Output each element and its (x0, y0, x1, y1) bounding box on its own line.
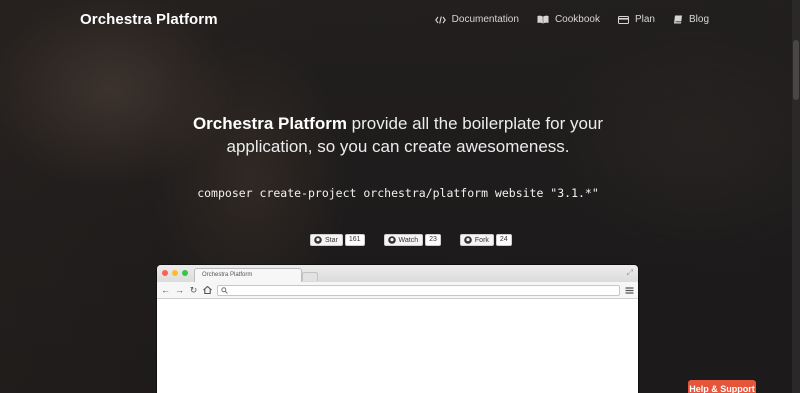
watch-button[interactable]: Watch (383, 234, 424, 246)
forward-arrow-icon: → (175, 284, 184, 295)
code-icon (434, 15, 446, 24)
nav-documentation[interactable]: Documentation (434, 14, 519, 25)
star-button[interactable]: Star (310, 234, 343, 246)
browser-mockup: Orchestra Platform ⤢ ← → ↻ (157, 265, 638, 393)
scrollbar-thumb[interactable] (793, 40, 799, 100)
browser-viewport (157, 299, 638, 393)
hero-headline: Orchestra Platform provide all the boile… (0, 112, 796, 158)
watch-label: Watch (398, 236, 419, 244)
star-label: Star (325, 236, 338, 244)
back-arrow-icon: ← (161, 284, 170, 295)
star-count[interactable]: 161 (344, 234, 365, 246)
github-icon (314, 236, 322, 244)
minimize-dot (172, 270, 178, 276)
github-icon (464, 236, 472, 244)
reload-icon: ↻ (189, 284, 198, 295)
headline-line2: application, so you can create awesomene… (226, 137, 570, 156)
nav-cookbook[interactable]: Cookbook (537, 14, 600, 25)
github-star[interactable]: Star 161 (310, 234, 365, 246)
nav-blog-label: Blog (688, 14, 709, 25)
browser-tab: Orchestra Platform (194, 268, 302, 282)
nav-plan[interactable]: Plan (617, 14, 655, 25)
headline-product-name: Orchestra Platform (192, 114, 347, 133)
menu-icon (625, 286, 634, 294)
book-icon (673, 15, 682, 24)
home-icon (203, 286, 212, 294)
help-support-button[interactable]: Help & Support (688, 380, 756, 393)
nav-cookbook-label: Cookbook (554, 14, 600, 25)
fork-label: Fork (474, 236, 489, 244)
fork-count[interactable]: 24 (495, 234, 512, 246)
headline-line1: provide all the boilerplate for your (346, 114, 604, 133)
expand-icon: ⤢ (626, 268, 633, 277)
credit-card-icon (617, 15, 629, 24)
search-icon (221, 286, 228, 294)
install-command[interactable]: composer create-project orchestra/platfo… (0, 186, 796, 200)
browser-toolbar: ← → ↻ (157, 282, 638, 299)
github-watch[interactable]: Watch 23 (383, 234, 441, 246)
nav-blog[interactable]: Blog (673, 14, 709, 25)
fork-button[interactable]: Fork (459, 234, 494, 246)
github-icon (387, 236, 396, 244)
brand-logo[interactable]: Orchestra Platform (80, 11, 218, 28)
browser-titlebar: Orchestra Platform ⤢ (157, 265, 638, 282)
github-fork[interactable]: Fork 24 (459, 234, 512, 246)
maximize-dot (182, 270, 188, 276)
nav-plan-label: Plan (634, 14, 655, 25)
window-controls (162, 270, 188, 276)
nav-documentation-label: Documentation (451, 14, 519, 25)
watch-count[interactable]: 23 (425, 234, 441, 246)
github-buttons: Star 161 Watch 23 Fork 24 (310, 234, 512, 246)
book-open-icon (537, 15, 549, 24)
close-dot (162, 270, 168, 276)
new-tab (302, 272, 318, 281)
top-nav: Documentation Cookbook Plan Blog (434, 14, 709, 25)
address-bar (217, 284, 620, 296)
